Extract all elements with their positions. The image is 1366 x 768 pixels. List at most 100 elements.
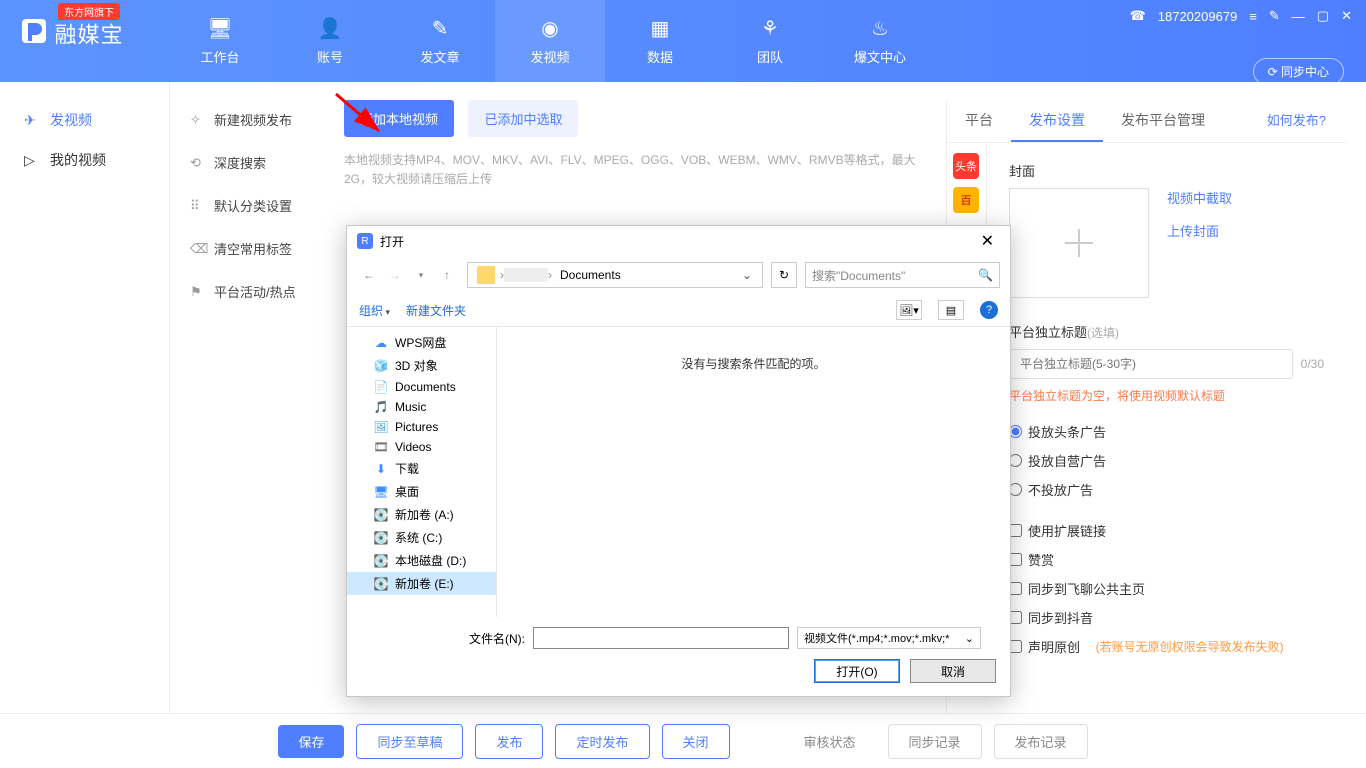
- tree-item[interactable]: 💽系统 (C:): [347, 526, 496, 549]
- close-icon[interactable]: ✕: [1341, 8, 1352, 24]
- upload-cover-link[interactable]: 上传封面: [1167, 221, 1232, 240]
- sec-clear-tags[interactable]: ⌫清空常用标签: [170, 227, 330, 270]
- dialog-bottom: 文件名(N): 视频文件(*.mp4;*.mov;*.mkv;*⌄ 打开(O) …: [347, 617, 1010, 693]
- tree-item[interactable]: 💽新加卷 (A:): [347, 503, 496, 526]
- sidebar-item-publish-video[interactable]: ✈发视频: [0, 100, 169, 140]
- tree-item-label: Videos: [395, 440, 431, 454]
- sec-new-video[interactable]: ✧新建视频发布: [170, 98, 330, 141]
- maximize-icon[interactable]: ▢: [1317, 8, 1329, 24]
- tree-item[interactable]: 💽本地磁盘 (D:): [347, 549, 496, 572]
- minimize-icon[interactable]: —: [1292, 9, 1305, 24]
- dialog-cancel-button[interactable]: 取消: [910, 659, 996, 683]
- capture-from-video-link[interactable]: 视频中截取: [1167, 188, 1232, 207]
- path-dropdown-icon[interactable]: ⌄: [736, 268, 758, 282]
- tree-item[interactable]: 💽新加卷 (E:): [347, 572, 496, 595]
- tab-platform[interactable]: 平台: [947, 100, 1011, 142]
- publish-button[interactable]: 发布: [475, 724, 543, 759]
- nav-back-icon[interactable]: ←: [357, 263, 381, 287]
- dialog-app-icon: R: [357, 233, 373, 249]
- preview-pane-button[interactable]: ▤: [938, 300, 964, 320]
- title-warning: 平台独立标题为空，将使用视频默认标题: [1009, 387, 1324, 404]
- tree-item-icon: 📄: [373, 380, 389, 394]
- nav-video[interactable]: ◉发视频: [495, 0, 605, 82]
- how-to-publish-link[interactable]: 如何发布?: [1249, 100, 1346, 142]
- menu-icon[interactable]: ≡: [1249, 9, 1257, 24]
- tree-item-icon: 💽: [373, 531, 389, 545]
- sync-center-button[interactable]: ⟳ 同步中心: [1253, 58, 1344, 85]
- tab-platform-manage[interactable]: 发布平台管理: [1103, 100, 1223, 142]
- select-from-added-button[interactable]: 已添加中选取: [468, 100, 578, 137]
- path-bar[interactable]: › › Documents ⌄: [467, 262, 763, 288]
- sidebar-item-my-video[interactable]: ▷我的视频: [0, 140, 169, 180]
- audit-status-button[interactable]: 审核状态: [784, 725, 876, 758]
- platform-baijia-icon[interactable]: 百: [953, 187, 979, 213]
- tree-item[interactable]: 📄Documents: [347, 377, 496, 397]
- edit-icon[interactable]: ✎: [1269, 8, 1280, 24]
- nav-recent-icon[interactable]: ▾: [409, 263, 433, 287]
- publish-record-button[interactable]: 发布记录: [994, 724, 1088, 759]
- check-sync-feiliao[interactable]: 同步到飞聊公共主页: [1009, 579, 1324, 598]
- sync-record-button[interactable]: 同步记录: [888, 724, 982, 759]
- platform-title-input[interactable]: [1009, 349, 1293, 379]
- tree-item[interactable]: ⬇下载: [347, 457, 496, 480]
- filename-input[interactable]: [533, 627, 789, 649]
- sec-default-category[interactable]: ⠿默认分类设置: [170, 184, 330, 227]
- tree-item[interactable]: 🎵Music: [347, 397, 496, 417]
- help-icon[interactable]: ?: [980, 301, 998, 319]
- tree-item-icon: 💽: [373, 577, 389, 591]
- dialog-open-button[interactable]: 打开(O): [814, 659, 900, 683]
- sec-deep-search[interactable]: ⟲深度搜索: [170, 141, 330, 184]
- view-mode-button[interactable]: 🖼▾: [896, 300, 922, 320]
- header-right: ☎ 18720209679 ≡ ✎ — ▢ ✕ ⟳ 同步中心: [1116, 0, 1366, 93]
- new-folder-button[interactable]: 新建文件夹: [406, 302, 466, 319]
- user-icon: 👤: [318, 16, 343, 41]
- clear-icon: ⌫: [190, 241, 206, 257]
- nav-hotcenter[interactable]: ♨爆文中心: [825, 0, 935, 82]
- add-local-video-button[interactable]: 添加本地视频: [344, 100, 454, 137]
- tree-item[interactable]: 🖥桌面: [347, 480, 496, 503]
- save-button[interactable]: 保存: [278, 725, 344, 758]
- dialog-title: 打开: [380, 233, 404, 250]
- check-reward[interactable]: 赞赏: [1009, 550, 1324, 569]
- plus-icon: [1059, 223, 1099, 263]
- nav-data[interactable]: ▦数据: [605, 0, 715, 82]
- folder-tree[interactable]: ☁WPS网盘🧊3D 对象📄Documents🎵Music🖼Pictures🎞Vi…: [347, 327, 497, 617]
- organize-menu[interactable]: 组织: [359, 302, 390, 319]
- nav-up-icon[interactable]: ↑: [435, 263, 459, 287]
- sync-draft-button[interactable]: 同步至草稿: [356, 724, 463, 759]
- file-type-filter[interactable]: 视频文件(*.mp4;*.mov;*.mkv;*⌄: [797, 627, 981, 649]
- sidebar-secondary: ✧新建视频发布 ⟲深度搜索 ⠿默认分类设置 ⌫清空常用标签 ⚑平台活动/热点: [170, 82, 330, 713]
- radio-toutiao-ad[interactable]: 投放头条广告: [1009, 422, 1324, 441]
- tree-item-icon: 🖥: [373, 485, 389, 499]
- path-segment[interactable]: Documents: [552, 268, 629, 282]
- nav-account[interactable]: 👤账号: [275, 0, 385, 82]
- schedule-button[interactable]: 定时发布: [555, 724, 649, 759]
- radio-self-ad[interactable]: 投放自营广告: [1009, 451, 1324, 470]
- nav-forward-icon[interactable]: →: [383, 263, 407, 287]
- radio-no-ad[interactable]: 不投放广告: [1009, 480, 1324, 499]
- sec-platform-activity[interactable]: ⚑平台活动/热点: [170, 270, 330, 313]
- close-button[interactable]: 关闭: [662, 724, 730, 759]
- nav-article[interactable]: ✎发文章: [385, 0, 495, 82]
- path-blurred: [504, 268, 548, 282]
- cover-upload-box[interactable]: [1009, 188, 1149, 298]
- pen-icon: ✎: [432, 16, 449, 41]
- dialog-search-input[interactable]: 搜索"Documents" 🔍: [805, 262, 1000, 288]
- check-ext-link[interactable]: 使用扩展链接: [1009, 521, 1324, 540]
- check-sync-douyin[interactable]: 同步到抖音: [1009, 608, 1324, 627]
- nav-team[interactable]: ⚘团队: [715, 0, 825, 82]
- dialog-close-icon[interactable]: ✕: [975, 231, 1000, 251]
- check-original[interactable]: 声明原创 (若账号无原创权限会导致发布失败): [1009, 637, 1324, 656]
- tree-item[interactable]: 🖼Pictures: [347, 417, 496, 437]
- nav-workbench[interactable]: 🖥工作台: [165, 0, 275, 82]
- tree-item[interactable]: ☁WPS网盘: [347, 331, 496, 354]
- platform-toutiao-icon[interactable]: 头条: [953, 153, 979, 179]
- tab-publish-settings[interactable]: 发布设置: [1011, 100, 1103, 142]
- tree-item[interactable]: 🎞Videos: [347, 437, 496, 457]
- refresh-icon: ⟲: [190, 155, 206, 171]
- tree-item-icon: 💽: [373, 554, 389, 568]
- dialog-titlebar[interactable]: R 打开 ✕: [347, 226, 1010, 256]
- refresh-button[interactable]: ↻: [771, 262, 797, 288]
- tree-item-icon: 🧊: [373, 359, 389, 373]
- tree-item[interactable]: 🧊3D 对象: [347, 354, 496, 377]
